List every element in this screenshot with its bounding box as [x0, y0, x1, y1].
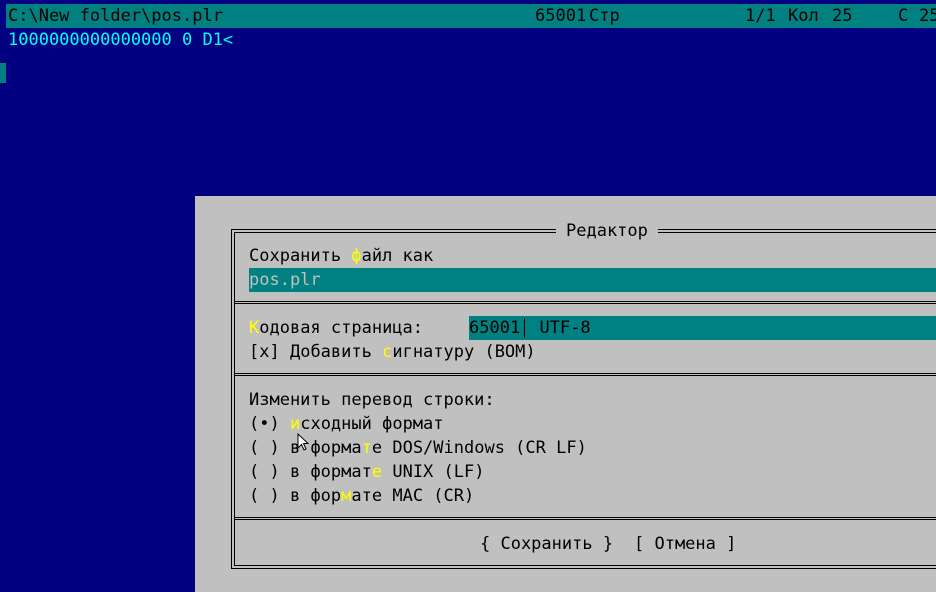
hotkey: е: [371, 462, 383, 482]
file-path: C:\New folder\pos.plr: [8, 6, 223, 26]
hotkey: К: [249, 318, 260, 338]
radio-mac[interactable]: ( ) в формате MAC (CR): [249, 484, 474, 508]
editor-line-1[interactable]: 1000000000000000 0 D1<: [8, 28, 233, 52]
position-indicator: 1/1: [745, 6, 776, 26]
char-label: С: [898, 6, 909, 26]
left-edge: [0, 0, 6, 592]
mouse-pointer-icon: [297, 433, 309, 451]
cancel-button[interactable]: [ Отмена ]: [634, 532, 736, 556]
col-value: 25: [832, 6, 853, 26]
radio-original[interactable]: (•) исходный формат: [249, 412, 444, 436]
scroll-indicator[interactable]: [0, 63, 6, 83]
codepage-label: Кодовая страница:: [249, 318, 424, 338]
separator-3: [235, 517, 936, 520]
hotkey: ф: [351, 246, 362, 266]
page-label: Стр: [589, 6, 620, 26]
dialog-title: Редактор: [556, 219, 658, 243]
save-button[interactable]: { Сохранить }: [480, 532, 613, 556]
separator-2: [235, 373, 936, 376]
separator-1: [235, 301, 936, 304]
col-label: Кол: [788, 6, 819, 26]
bom-checkbox[interactable]: [x] Добавить сигнатуру (BOM): [249, 340, 536, 364]
status-bar: C:\New folder\pos.plr 65001 Стр 1/1 Кол …: [6, 4, 936, 28]
hotkey: м: [341, 486, 352, 506]
hotkey: т: [361, 438, 372, 458]
hotkey: и: [289, 414, 301, 434]
codepage-select[interactable]: 65001 UTF-8: [469, 316, 936, 340]
lineend-heading: Изменить перевод строки:: [249, 390, 495, 410]
hotkey: с: [382, 342, 393, 362]
char-value: 25: [919, 6, 936, 26]
save-as-label: Сохранить файл как: [249, 246, 434, 266]
radio-unix[interactable]: ( ) в формате UNIX (LF): [249, 460, 484, 484]
codepage-indicator: 65001: [535, 6, 587, 26]
filename-input[interactable]: pos.plr: [249, 268, 936, 292]
